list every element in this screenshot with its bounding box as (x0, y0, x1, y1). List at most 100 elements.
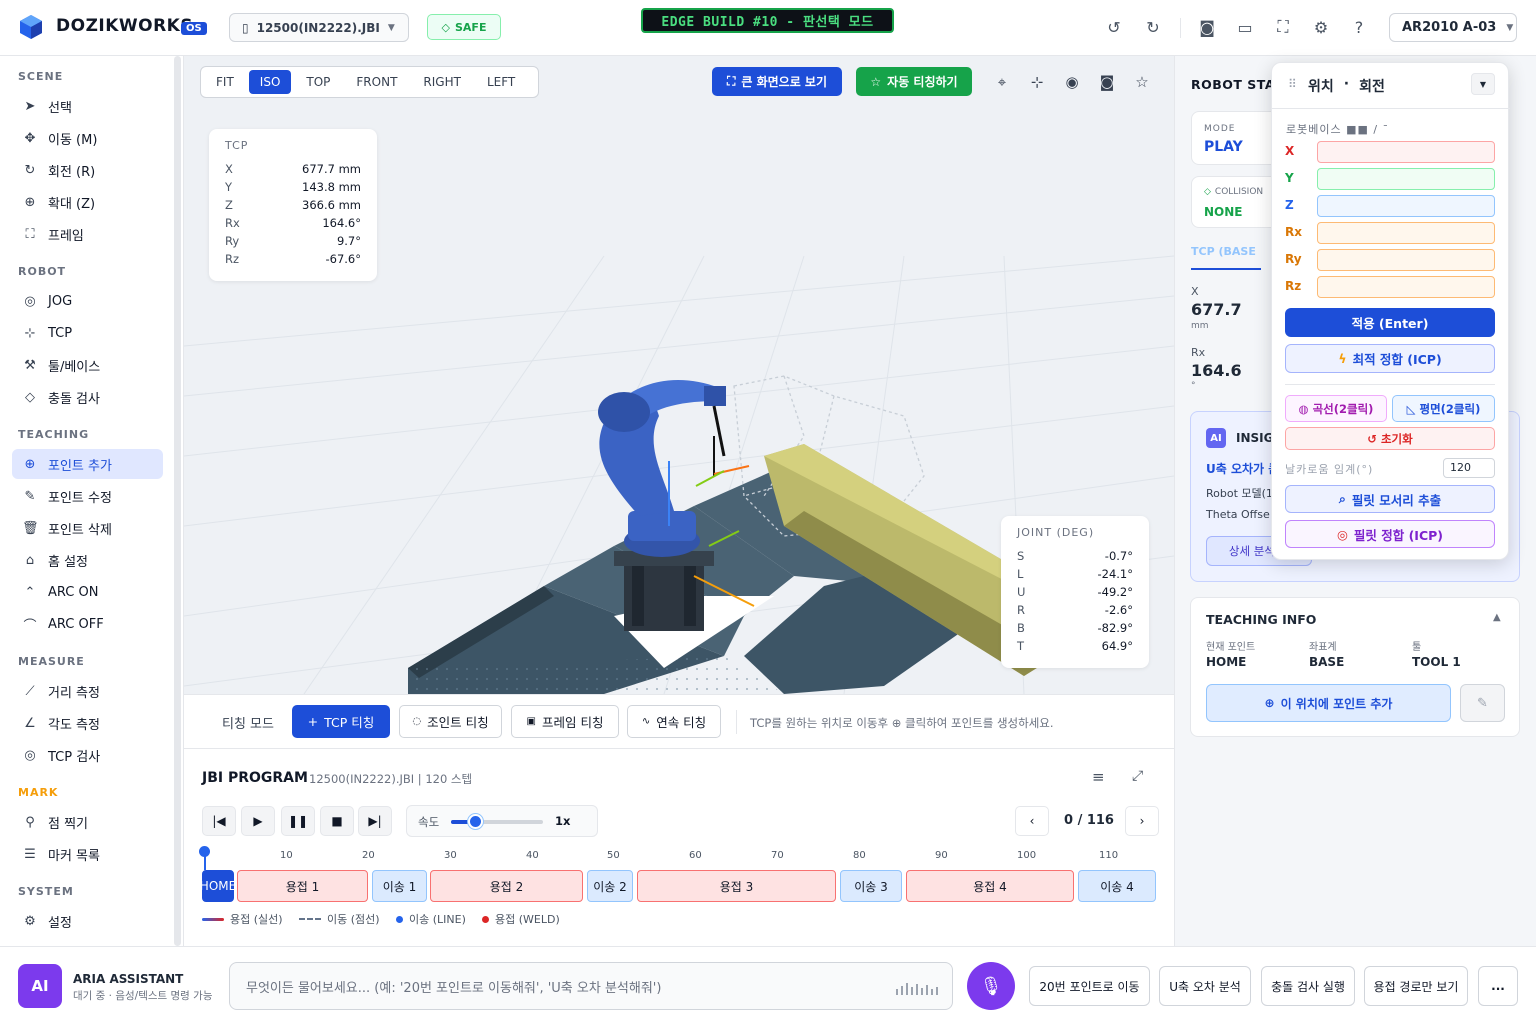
file-select[interactable]: ▯ 12500(IN2222).JBI ▼ (229, 13, 409, 42)
skip-forward-button[interactable]: ▶| (358, 806, 392, 836)
sidebar-item-edit[interactable]: ✎ 포인트 수정 (12, 481, 163, 511)
play-button[interactable]: ▶ (241, 806, 275, 836)
undo-icon[interactable]: ↺ (1103, 16, 1125, 38)
timeline-segment-home[interactable]: HOME (200, 870, 236, 902)
sidebar-item-pin[interactable]: ⚲ 점 찍기 (12, 807, 163, 837)
apply-button[interactable]: 적용 (Enter) (1285, 308, 1495, 337)
speed-slider-thumb[interactable] (468, 814, 483, 829)
help-icon[interactable]: ? (1348, 16, 1370, 38)
menu-icon[interactable]: ≡ (1092, 768, 1105, 786)
sidebar-item-arc-off[interactable]: ⌒ ARC OFF (12, 609, 163, 639)
tcp-base-tab[interactable]: TCP (BASE (1191, 245, 1256, 258)
fillet-icp-button[interactable]: ◎ 필릿 정합 (ICP) (1285, 520, 1495, 548)
quick-u-axis-analysis[interactable]: U축 오차 분석 (1159, 966, 1251, 1006)
quick-weld-path-only[interactable]: 용접 경로만 보기 (1364, 966, 1468, 1006)
add-point-here-button[interactable]: ⊕ 이 위치에 포인트 추가 (1206, 684, 1451, 722)
sidebar-item-jog[interactable]: ◎ JOG (12, 286, 163, 316)
pause-button[interactable]: ❚❚ (281, 806, 315, 836)
more-options-button[interactable]: ... (1478, 966, 1518, 1006)
auto-teach-button[interactable]: ☆ 자동 티칭하기 (856, 67, 972, 96)
sidebar-item-home[interactable]: ⌂ 홈 설정 (12, 545, 163, 575)
sidebar-item-arc-on[interactable]: ⌃ ARC ON (12, 577, 163, 607)
sidebar-item-cursor[interactable]: ➤ 선택 (12, 91, 163, 121)
curve-button[interactable]: ◍ 곡선(2클릭) (1285, 395, 1387, 422)
sidebar-scrollbar[interactable] (174, 56, 181, 946)
quick-move-point-20[interactable]: 20번 포인트로 이동 (1029, 966, 1150, 1006)
view-tab-iso[interactable]: ISO (248, 70, 292, 94)
plane-button[interactable]: ◺ 평면(2클릭) (1392, 395, 1495, 422)
crosshair-icon[interactable]: ⌖ (992, 72, 1012, 92)
joint-axis-label: B (1017, 621, 1025, 635)
view-tab-fit[interactable]: FIT (205, 70, 245, 94)
expand-icon[interactable]: ⤢ (1132, 768, 1143, 784)
edit-point-button[interactable]: ✎ (1460, 684, 1505, 722)
sidebar-item-angle[interactable]: ∠ 각도 측정 (12, 708, 163, 738)
frame-teach-button[interactable]: ▣ 프레임 티칭 (511, 705, 619, 738)
chevron-up-icon[interactable]: ▲ (1493, 612, 1501, 623)
sidebar-item-tool[interactable]: ⚒ 툴/베이스 (12, 350, 163, 380)
sidebar-item-ruler[interactable]: ⟋ 거리 측정 (12, 676, 163, 706)
drag-handle-icon[interactable]: ⠿ (1288, 77, 1297, 91)
fullscreen-view-button[interactable]: ⛶ 큰 화면으로 보기 (712, 67, 842, 96)
fillet-extract-button[interactable]: ⌕ 필릿 모서리 추출 (1285, 485, 1495, 513)
video-icon[interactable]: ▭ (1234, 16, 1256, 38)
chat-input[interactable]: 무엇이든 물어보세요... (예: '20번 포인트로 이동해줘', 'U축 오… (229, 962, 953, 1010)
sidebar-item-tcp[interactable]: ⊹ TCP (12, 318, 163, 348)
popup-field-label: Rz (1285, 279, 1302, 293)
collapse-button[interactable]: ▼ (1471, 73, 1495, 95)
popup-field-input-rx[interactable] (1317, 222, 1495, 244)
sidebar-item-move[interactable]: ✥ 이동 (M) (12, 123, 163, 153)
joint-teach-button[interactable]: ◌ 조인트 티칭 (399, 705, 502, 738)
popup-field-input-ry[interactable] (1317, 249, 1495, 271)
sidebar-item-zoom[interactable]: ⊕ 확대 (Z) (12, 187, 163, 217)
timeline-segment-move[interactable]: 이송 3 (840, 870, 902, 902)
sidebar-item-list[interactable]: ☰ 마커 목록 (12, 839, 163, 869)
view-tab-front[interactable]: FRONT (345, 70, 408, 94)
timeline-segment-move[interactable]: 이송 1 (372, 870, 427, 902)
quick-collision-check[interactable]: 충돌 검사 실행 (1261, 966, 1355, 1006)
next-page-button[interactable]: › (1125, 806, 1159, 836)
tcp-teach-button[interactable]: + TCP 티칭 (292, 705, 390, 738)
skip-back-button[interactable]: |◀ (202, 806, 236, 836)
continuous-teach-button[interactable]: ∿ 연속 티칭 (627, 705, 721, 738)
robot-select[interactable]: AR2010 A-03 ▼ (1389, 13, 1517, 42)
redo-icon[interactable]: ↻ (1142, 16, 1164, 38)
speed-slider-track[interactable] (451, 820, 543, 824)
timeline-segment-move[interactable]: 이송 4 (1078, 870, 1156, 902)
popup-field-input-z[interactable] (1317, 195, 1495, 217)
sidebar-item-trash[interactable]: 🗑 포인트 삭제 (12, 513, 163, 543)
microphone-button[interactable]: 🎙 (967, 962, 1015, 1010)
program-title: JBI PROGRAM (202, 770, 308, 786)
gear-icon[interactable]: ⚙ (1310, 16, 1332, 38)
fullscreen-icon[interactable]: ⛶ (1272, 16, 1294, 38)
playhead-handle[interactable] (199, 846, 210, 857)
reset-button[interactable]: ↺ 초기화 (1285, 427, 1495, 450)
eye-icon[interactable]: ◉ (1062, 72, 1082, 92)
stop-button[interactable]: ■ (320, 806, 354, 836)
icp-button[interactable]: ϟ 최적 정합 (ICP) (1285, 344, 1495, 373)
sidebar-item-frame[interactable]: ⛶ 프레임 (12, 219, 163, 249)
timeline-segment-weld[interactable]: 용접 1 (237, 870, 368, 902)
popup-field-input-x[interactable] (1317, 141, 1495, 163)
sidebar-item-plus-circle[interactable]: ⊕ 포인트 추가 (12, 449, 163, 479)
star-icon[interactable]: ☆ (1132, 72, 1152, 92)
view-tab-right[interactable]: RIGHT (412, 70, 472, 94)
camera-icon[interactable]: ◙ (1196, 16, 1218, 38)
sidebar-item-shield[interactable]: ◇ 충돌 검사 (12, 382, 163, 412)
sidebar-item-target[interactable]: ◎ TCP 검사 (12, 740, 163, 770)
timeline-segment-weld[interactable]: 용접 3 (637, 870, 836, 902)
timeline-segment-weld[interactable]: 용접 2 (430, 870, 583, 902)
sidebar-item-gear[interactable]: ⚙ 설정 (12, 906, 163, 936)
target-icon[interactable]: ⊹ (1027, 72, 1047, 92)
tcp-axis-value: 9.7° (336, 234, 361, 248)
timeline-segment-move[interactable]: 이송 2 (587, 870, 633, 902)
popup-field-input-rz[interactable] (1317, 276, 1495, 298)
sidebar-item-rotate[interactable]: ↻ 회전 (R) (12, 155, 163, 185)
threshold-input[interactable]: 120 (1443, 458, 1495, 478)
camera-icon[interactable]: ◙ (1097, 72, 1117, 92)
timeline-segment-weld[interactable]: 용접 4 (906, 870, 1074, 902)
view-tab-left[interactable]: LEFT (476, 70, 526, 94)
prev-page-button[interactable]: ‹ (1015, 806, 1049, 836)
view-tab-top[interactable]: TOP (295, 70, 341, 94)
popup-field-input-y[interactable] (1317, 168, 1495, 190)
